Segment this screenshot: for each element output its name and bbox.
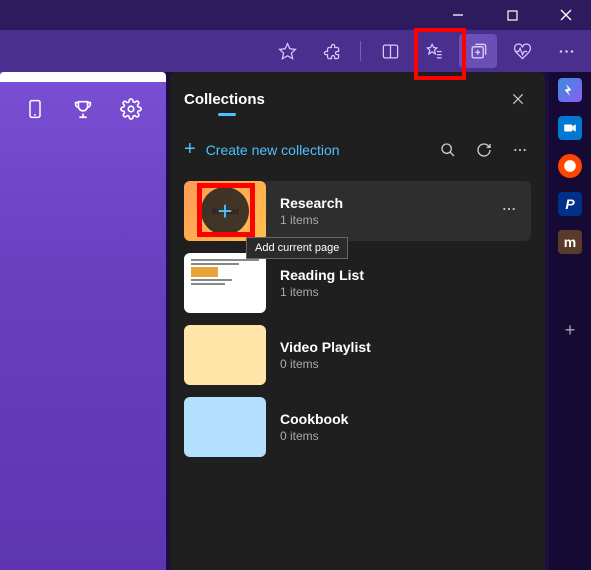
collection-title: Cookbook	[280, 411, 348, 427]
refresh-collections-button[interactable]	[473, 139, 495, 161]
collection-item-video-playlist[interactable]: Video Playlist 0 items	[184, 325, 531, 385]
copilot-icon	[562, 82, 578, 98]
collections-list: ke easi + Research 1 items Add current p…	[170, 175, 545, 463]
split-icon	[381, 42, 400, 61]
collection-item-research[interactable]: ke easi + Research 1 items Add current p…	[184, 181, 531, 241]
window-maximize-button[interactable]	[495, 0, 529, 30]
panel-close-button[interactable]	[505, 86, 531, 112]
collection-count: 0 items	[280, 429, 348, 443]
trophy-icon	[72, 98, 94, 120]
collection-count: 0 items	[280, 357, 371, 371]
refresh-icon	[476, 142, 492, 158]
toolbar-divider	[360, 41, 361, 61]
performance-button[interactable]	[503, 34, 541, 68]
ellipsis-icon	[501, 201, 517, 217]
create-collection-button[interactable]: + Create new collection	[184, 138, 340, 161]
plus-icon: +	[217, 196, 232, 227]
window-close-button[interactable]	[549, 0, 583, 30]
star-list-icon	[425, 42, 444, 61]
panel-title: Collections	[184, 91, 265, 108]
reddit-icon	[563, 159, 577, 173]
letter-m-icon: m	[564, 234, 576, 250]
settings-icon-button[interactable]	[118, 96, 144, 122]
collection-item-cookbook[interactable]: Cookbook 0 items	[184, 397, 531, 457]
minimize-icon	[452, 9, 464, 21]
gear-icon	[120, 98, 142, 120]
add-sidebar-item-button[interactable]: +	[558, 318, 582, 342]
window-minimize-button[interactable]	[441, 0, 475, 30]
page-background	[0, 72, 166, 570]
collection-title: Research	[280, 195, 343, 211]
create-collection-label: Create new collection	[206, 142, 340, 158]
collection-thumbnail	[184, 325, 266, 385]
ellipsis-icon	[512, 142, 528, 158]
collections-button[interactable]	[459, 34, 497, 68]
add-current-page-button[interactable]: +	[201, 187, 249, 235]
page-tab-strip	[0, 72, 166, 82]
browser-right-sidebar: P m +	[549, 72, 591, 570]
camera-sidebar-button[interactable]	[558, 116, 582, 140]
collection-title: Video Playlist	[280, 339, 371, 355]
browser-toolbar	[0, 30, 591, 72]
collection-thumbnail	[184, 253, 266, 313]
collection-item-reading-list[interactable]: Reading List 1 items	[184, 253, 531, 313]
collections-panel: Collections + Create new collection	[170, 72, 545, 570]
device-icon-button[interactable]	[22, 96, 48, 122]
rewards-icon-button[interactable]	[70, 96, 96, 122]
paypal-sidebar-button[interactable]: P	[558, 192, 582, 216]
collection-count: 1 items	[280, 213, 343, 227]
collection-count: 1 items	[280, 285, 364, 299]
puzzle-icon	[322, 42, 341, 61]
phone-icon	[25, 98, 45, 120]
add-page-tooltip: Add current page	[246, 237, 348, 259]
maximize-icon	[507, 10, 518, 21]
favorites-list-button[interactable]	[415, 34, 453, 68]
collections-icon	[469, 42, 488, 61]
collection-thumbnail	[184, 397, 266, 457]
favorite-button[interactable]	[268, 34, 306, 68]
plus-icon: +	[184, 138, 196, 161]
heart-pulse-icon	[513, 42, 532, 61]
star-icon	[278, 42, 297, 61]
search-icon	[440, 142, 456, 158]
window-titlebar	[0, 0, 591, 30]
ellipsis-icon	[557, 42, 576, 61]
reddit-sidebar-button[interactable]	[558, 154, 582, 178]
search-collections-button[interactable]	[437, 139, 459, 161]
paypal-icon: P	[565, 196, 574, 212]
app-m-sidebar-button[interactable]: m	[558, 230, 582, 254]
extensions-button[interactable]	[312, 34, 350, 68]
video-icon	[563, 121, 577, 135]
plus-icon: +	[565, 320, 576, 341]
close-icon	[511, 92, 525, 106]
close-icon	[560, 9, 572, 21]
collections-more-button[interactable]	[509, 139, 531, 161]
collection-title: Reading List	[280, 267, 364, 283]
collection-item-more-button[interactable]	[497, 197, 521, 226]
collection-thumbnail: ke easi +	[184, 181, 266, 241]
more-button[interactable]	[547, 34, 585, 68]
copilot-sidebar-button[interactable]	[558, 78, 582, 102]
split-screen-button[interactable]	[371, 34, 409, 68]
